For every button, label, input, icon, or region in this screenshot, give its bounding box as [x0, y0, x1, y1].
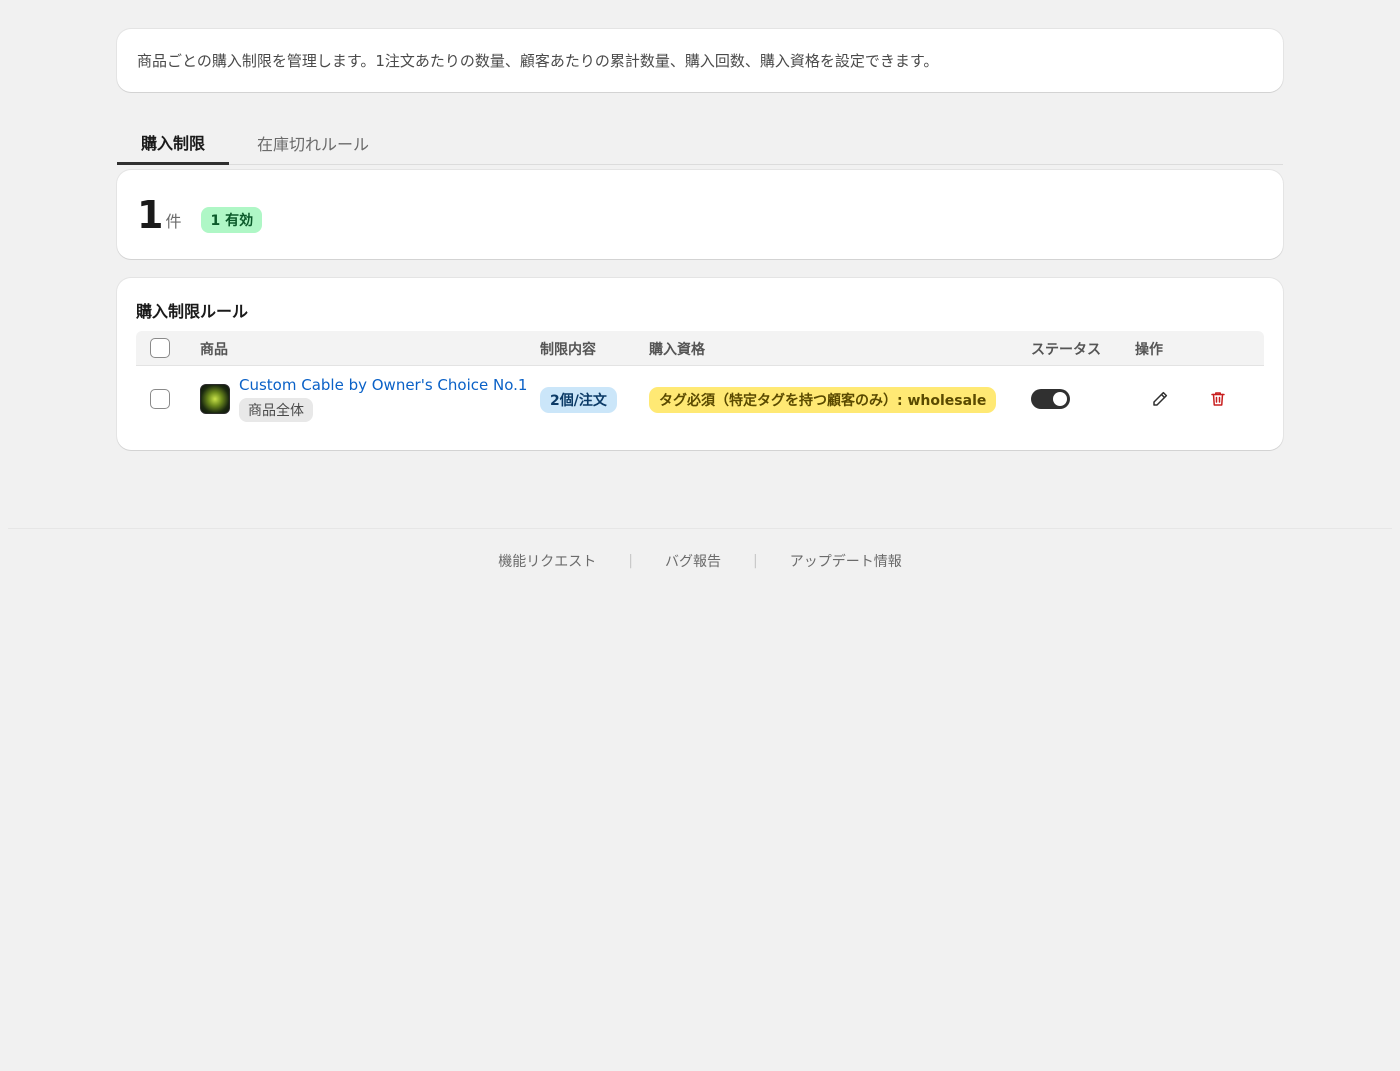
tab-label: 在庫切れルール — [257, 135, 370, 154]
limit-badge: 2個/注文 — [540, 387, 617, 413]
footer-separator: | — [628, 553, 633, 569]
toggle-knob — [1053, 392, 1067, 406]
table-row: Custom Cable by Owner's Choice No.1 商品全体… — [136, 366, 1264, 432]
product-thumbnail-icon — [200, 384, 230, 414]
column-header-eligibility: 購入資格 — [649, 341, 705, 358]
delete-button[interactable] — [1207, 388, 1229, 410]
column-header-limit: 制限内容 — [540, 341, 596, 358]
summary-card: 1 件 1 有効 — [117, 170, 1283, 259]
bug-report-link[interactable]: バグ報告 — [665, 551, 721, 571]
row-checkbox[interactable] — [150, 389, 170, 409]
trash-icon — [1211, 392, 1225, 406]
table-header: 商品 制限内容 購入資格 ステータス 操作 — [136, 331, 1264, 366]
column-header-status: ステータス — [1031, 341, 1101, 358]
status-toggle[interactable] — [1031, 389, 1070, 409]
tab-bar: 購入制限 在庫切れルール — [117, 121, 1283, 165]
column-header-product: 商品 — [200, 341, 228, 358]
rules-card: 購入制限ルール 商品 制限内容 購入資格 ステータス 操作 Custom Cab… — [117, 278, 1283, 450]
rules-title: 購入制限ルール — [136, 302, 249, 321]
footer: 機能リクエスト | バグ報告 | アップデート情報 — [8, 528, 1392, 588]
product-link[interactable]: Custom Cable by Owner's Choice No.1 — [239, 376, 527, 394]
main-content: 商品ごとの購入制限を管理します。1注文あたりの数量、顧客あたりの累計数量、購入回… — [117, 29, 1283, 450]
rules-table: 商品 制限内容 購入資格 ステータス 操作 Custom Cable by Ow… — [136, 331, 1264, 432]
product-scope-badge: 商品全体 — [239, 398, 313, 422]
column-header-actions: 操作 — [1135, 341, 1163, 358]
intro-card: 商品ごとの購入制限を管理します。1注文あたりの数量、顧客あたりの累計数量、購入回… — [117, 29, 1283, 92]
tab-label: 購入制限 — [141, 133, 206, 153]
intro-text: 商品ごとの購入制限を管理します。1注文あたりの数量、顧客あたりの累計数量、購入回… — [137, 52, 939, 70]
edit-button[interactable] — [1149, 388, 1171, 410]
rule-count-unit: 件 — [165, 211, 182, 231]
select-all-checkbox[interactable] — [150, 338, 170, 358]
eligibility-badge: タグ必須（特定タグを持つ顧客のみ）: wholesale — [649, 387, 997, 413]
feature-request-link[interactable]: 機能リクエスト — [498, 551, 596, 571]
pencil-icon — [1153, 391, 1168, 406]
footer-links: 機能リクエスト | バグ報告 | アップデート情報 — [8, 551, 1392, 571]
rule-count: 1 — [137, 192, 164, 237]
active-badge: 1 有効 — [201, 206, 263, 233]
tab-purchase-limits[interactable]: 購入制限 — [117, 121, 230, 165]
footer-separator: | — [753, 553, 758, 569]
tab-out-of-stock-rules[interactable]: 在庫切れルール — [233, 121, 393, 165]
updates-link[interactable]: アップデート情報 — [790, 551, 902, 571]
